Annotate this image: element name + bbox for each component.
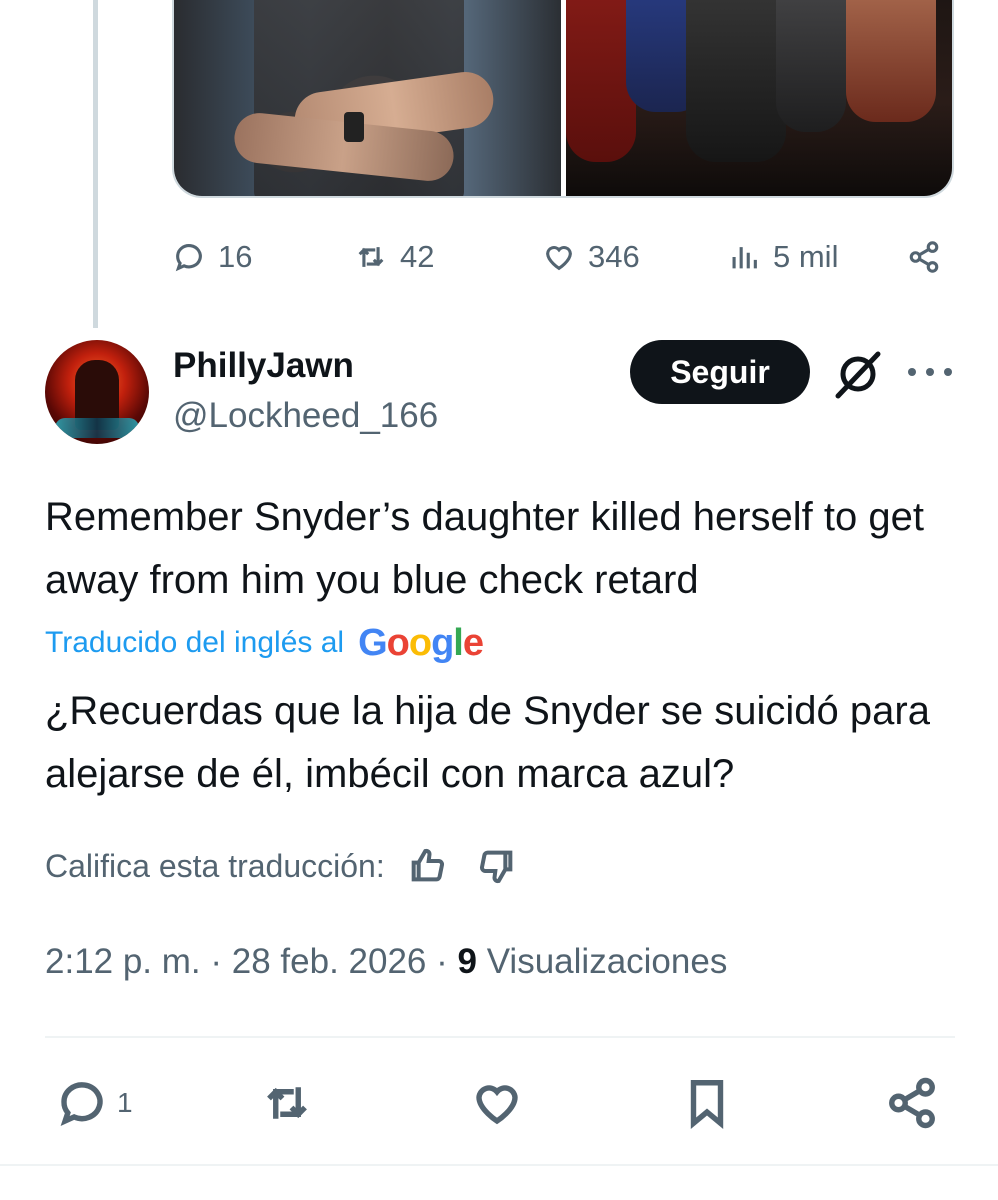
thumbs-up-icon[interactable]	[407, 846, 447, 886]
media-image-left[interactable]	[174, 0, 561, 196]
tweet-date[interactable]: 28 feb. 2026	[232, 942, 427, 981]
reply-icon	[175, 244, 202, 272]
meta-separator: ·	[436, 942, 448, 981]
reply-icon	[60, 1082, 103, 1126]
google-logo: Google	[358, 621, 484, 664]
media-image-right[interactable]	[565, 0, 952, 196]
parent-like-count: 346	[588, 239, 640, 274]
tweet-text: Remember Snyder’s daughter killed hersel…	[45, 495, 924, 602]
divider	[45, 1036, 955, 1038]
author-display-name[interactable]: PhillyJawn	[173, 346, 354, 386]
parent-views-button[interactable]: 5 mil	[727, 239, 838, 275]
parent-reply-count: 16	[218, 239, 253, 274]
tweet-meta: 2:12 p. m. · 28 feb. 2026 · 9 Visualizac…	[45, 942, 727, 982]
thread-connector-line	[93, 0, 98, 328]
parent-tweet-media[interactable]	[172, 0, 954, 198]
bottom-divider	[0, 1164, 998, 1166]
parent-like-button[interactable]: 346	[542, 239, 640, 275]
retweet-icon	[267, 1087, 307, 1119]
share-icon	[889, 1077, 935, 1129]
tweet-time[interactable]: 2:12 p. m.	[45, 942, 201, 981]
parent-tweet-actions: 16 42 346 5 mil	[172, 232, 957, 282]
tweet-actions: 1	[45, 1068, 955, 1138]
parent-views-count: 5 mil	[773, 239, 839, 274]
analytics-icon	[732, 247, 757, 269]
translated-by-label: Traducido del inglés al	[45, 626, 345, 659]
author-handle[interactable]: @Lockheed_166	[173, 396, 438, 436]
meta-separator: ·	[210, 942, 223, 981]
retweet-button[interactable]	[260, 1068, 314, 1138]
avatar[interactable]	[45, 340, 149, 444]
grok-icon[interactable]	[830, 346, 886, 402]
rate-translation-row: Califica esta traducción:	[45, 843, 517, 889]
parent-share-button[interactable]	[907, 240, 941, 274]
reply-button[interactable]: 1	[55, 1068, 133, 1138]
share-button[interactable]	[885, 1068, 939, 1138]
rate-translation-label: Califica esta traducción:	[45, 847, 385, 884]
share-icon	[909, 241, 939, 273]
retweet-icon	[358, 247, 384, 267]
heart-icon	[546, 245, 572, 271]
reply-count: 1	[117, 1087, 133, 1118]
bookmark-icon	[690, 1080, 724, 1130]
thumbs-down-icon[interactable]	[477, 846, 517, 886]
more-icon[interactable]	[908, 357, 952, 387]
parent-retweet-count: 42	[400, 239, 435, 274]
translation-attribution[interactable]: Traducido del inglés al Google	[45, 620, 484, 666]
follow-button[interactable]: Seguir	[630, 340, 810, 404]
views-label: Visualizaciones	[486, 942, 728, 981]
translation-text: ¿Recuerdas que la hija de Snyder se suic…	[45, 689, 930, 796]
views-count: 9	[457, 942, 477, 981]
parent-retweet-button[interactable]: 42	[354, 239, 434, 275]
heart-icon	[476, 1085, 518, 1125]
like-button[interactable]	[470, 1068, 524, 1138]
parent-reply-button[interactable]: 16	[172, 239, 252, 275]
bookmark-button[interactable]	[680, 1068, 734, 1138]
